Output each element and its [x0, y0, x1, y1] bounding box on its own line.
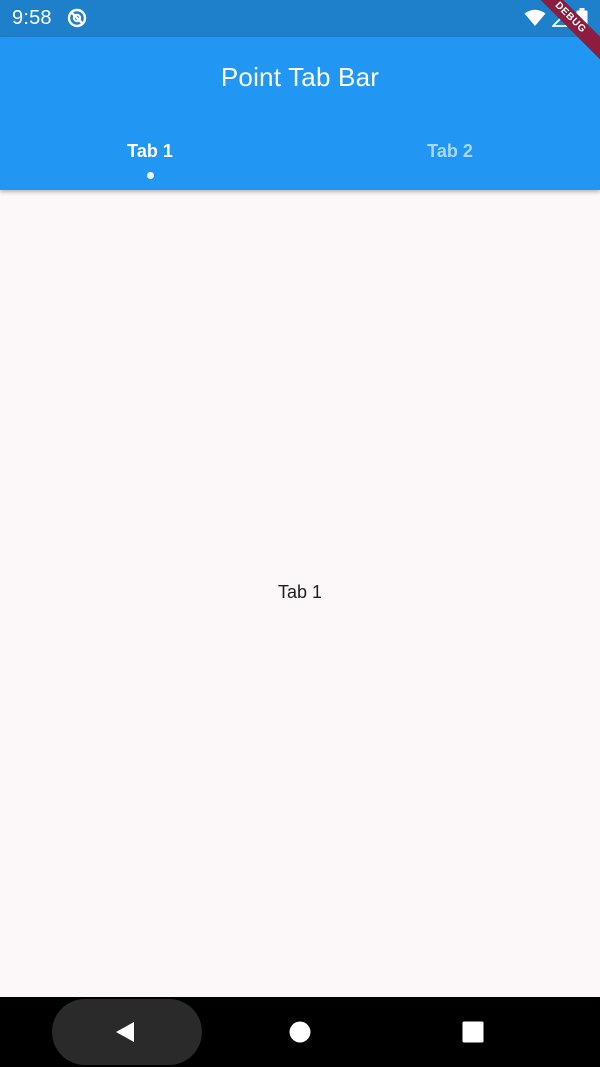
app-screen: 9:58 DEBUG Point Tab Bar Tab 1 Tab 2 Tab…: [0, 0, 600, 1067]
recents-button[interactable]: [438, 997, 508, 1067]
tab-2[interactable]: Tab 2: [300, 133, 600, 190]
app-bar: Point Tab Bar Tab 1 Tab 2: [0, 37, 600, 190]
home-icon: [289, 1021, 311, 1043]
wifi-icon: [524, 9, 546, 26]
tab-2-label: Tab 2: [427, 141, 473, 161]
home-button[interactable]: [265, 997, 335, 1067]
back-button[interactable]: [90, 997, 160, 1067]
back-icon: [116, 1022, 134, 1042]
tab-content-text: Tab 1: [277, 582, 323, 602]
page-title: Point Tab Bar: [220, 62, 380, 92]
tab-point-indicator: [146, 172, 154, 179]
tab-1[interactable]: Tab 1: [0, 133, 300, 190]
tab-bar: Tab 1 Tab 2: [0, 133, 600, 190]
status-time: 9:58: [12, 7, 52, 29]
tab-content: Tab 1: [0, 190, 600, 997]
recents-icon: [462, 1021, 484, 1043]
sync-disabled-icon: [67, 8, 87, 28]
status-bar: 9:58: [0, 0, 600, 37]
system-nav-bar: [0, 997, 600, 1067]
tab-1-label: Tab 1: [127, 141, 173, 161]
